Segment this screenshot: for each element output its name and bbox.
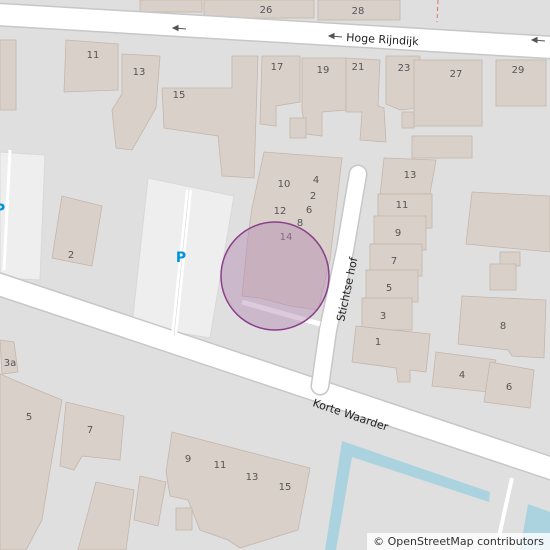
house-number: 15 — [173, 90, 186, 101]
house-number: 21 — [352, 62, 365, 73]
house-number: 11 — [396, 200, 409, 211]
house-number: 3 — [380, 311, 386, 322]
house-number: 5 — [386, 283, 392, 294]
house-number: 7 — [87, 425, 93, 436]
map-attribution[interactable]: © OpenStreetMap contributors — [367, 533, 550, 550]
house-number: 2 — [310, 191, 316, 202]
house-number: 12 — [274, 206, 287, 217]
house-number: 26 — [260, 5, 273, 16]
house-number: 4 — [459, 370, 465, 381]
house-number: 9 — [185, 454, 191, 465]
house-number: 6 — [506, 382, 512, 393]
house-number: 11 — [214, 460, 227, 471]
house-number: 28 — [352, 6, 365, 17]
parking-icon[interactable]: P — [176, 250, 186, 266]
house-number: 13 — [404, 170, 417, 181]
house-number: 4 — [313, 175, 319, 186]
house-number: 19 — [317, 65, 330, 76]
house-number: 7 — [391, 256, 397, 267]
house-number: 29 — [512, 65, 525, 76]
house-number: 27 — [450, 69, 463, 80]
map-canvas[interactable]: P P 262811131517192123272910421268141311… — [0, 0, 550, 550]
house-number: 2 — [68, 250, 74, 261]
house-number: 15 — [279, 482, 292, 493]
house-number: 3a — [4, 358, 17, 369]
house-number: 10 — [278, 179, 291, 190]
house-number: 9 — [395, 228, 401, 239]
location-marker[interactable] — [220, 221, 330, 331]
house-number: 13 — [133, 67, 146, 78]
house-number: 6 — [306, 205, 312, 216]
house-number: 23 — [398, 63, 411, 74]
map-view[interactable]: P P 262811131517192123272910421268141311… — [0, 0, 550, 550]
house-number: 5 — [26, 412, 32, 423]
house-number: 8 — [500, 321, 506, 332]
house-number: 1 — [375, 337, 381, 348]
house-number: 13 — [246, 472, 259, 483]
house-number: 11 — [87, 50, 100, 61]
house-number: 17 — [271, 62, 284, 73]
parking-icon-west[interactable]: P — [0, 202, 5, 218]
